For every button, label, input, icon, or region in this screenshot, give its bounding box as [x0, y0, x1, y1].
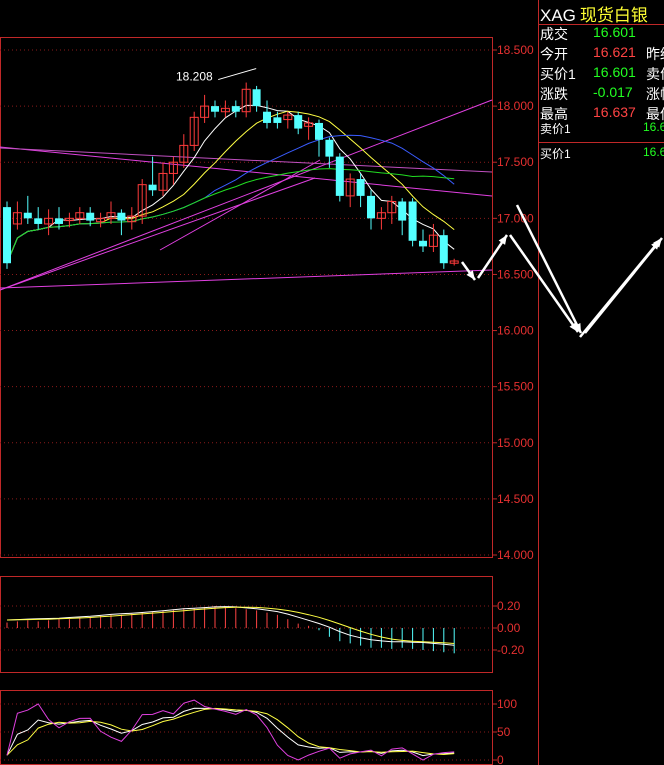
quote-label: 买价1: [540, 66, 576, 82]
price-tick-label: 16.000: [497, 324, 534, 338]
quote-row: 成交 16.601: [540, 24, 664, 44]
quote-value: 16.601: [593, 64, 636, 80]
quote-value: 16.621: [593, 44, 636, 60]
candle-body: [325, 139, 334, 157]
candle-body: [34, 218, 43, 224]
trend-line: [0, 147, 493, 173]
ma10-line: [6, 110, 455, 264]
candle-body: [231, 106, 240, 112]
quote-value: 16.637: [593, 104, 636, 120]
candle-body: [23, 212, 32, 219]
symbol-header: XAG 现货白银: [540, 1, 648, 26]
candle-body: [252, 89, 261, 107]
candle-body: [273, 117, 282, 123]
price-tick-label: 15.000: [497, 436, 534, 450]
ask-value: 16.6: [643, 120, 664, 134]
macd-tick-label: -0.20: [497, 643, 525, 657]
high-value-label: 18.208: [176, 70, 213, 84]
ma5-line: [6, 104, 455, 264]
macd-panel: 0.20 0.00 -0.20: [0, 599, 525, 657]
quote-panel: XAG现货白银 成交 16.601 今开 16.621 昨结买价1 16.601 卖价涨跌 -…: [538, 0, 664, 765]
candle-body: [294, 115, 303, 129]
candle-body: [398, 201, 407, 221]
candle-body: [211, 106, 219, 112]
price-tick-label: 14.500: [497, 492, 534, 506]
candle-body: [55, 218, 63, 224]
high-pointer: [218, 68, 257, 81]
price-axis-labels: 18.500 18.000 17.500 17.000 16.500 16.000 15.5…: [492, 43, 534, 562]
candlestick-series: [3, 82, 459, 269]
trend-lines: [0, 99, 493, 291]
bid-label: 买价1: [540, 147, 571, 161]
quote-value: 16.601: [593, 24, 636, 40]
quote-label: 成交: [540, 26, 568, 42]
candle-body: [148, 184, 157, 191]
symbol-name: 现货白银: [579, 6, 648, 25]
quote-label: 涨跌: [540, 86, 568, 102]
trend-line: [0, 99, 493, 291]
macd-tick-label: 0.20: [497, 599, 521, 613]
price-tick-label: 17.500: [497, 155, 534, 169]
macd-dea-line: [6, 606, 455, 644]
kdj-panel: 100 50 0: [0, 697, 517, 765]
candle-body: [408, 201, 417, 241]
candle-body: [356, 179, 365, 196]
price-tick-label: 18.000: [497, 99, 534, 113]
annotations: 18.208: [176, 68, 257, 84]
quote-label-secondary: 昨结: [646, 46, 664, 62]
kdj-k-line: [6, 707, 455, 757]
quote-row: 涨跌 -0.017 涨幅: [540, 84, 664, 104]
kdj-tick-label: 50: [497, 725, 511, 739]
bid-value: 16.6: [643, 145, 664, 159]
macd-tick-label: 0.00: [497, 621, 521, 635]
price-tick-label: 15.500: [497, 380, 534, 394]
trend-line: [0, 177, 316, 291]
candle-body: [335, 156, 344, 196]
candle-body: [439, 235, 448, 264]
candle-body: [3, 207, 11, 264]
candle-body: [419, 240, 427, 247]
kdj-tick-label: 100: [497, 697, 517, 711]
macd-dif-line: [6, 606, 455, 646]
price-tick-label: 18.500: [497, 43, 534, 57]
kdj-d-line: [6, 707, 455, 756]
ask-row: 卖价1 16.6: [540, 120, 664, 138]
price-tick-label: 16.500: [497, 267, 534, 281]
price-tick-label: 14.000: [497, 548, 534, 562]
quote-label-secondary: 卖价: [646, 66, 664, 82]
ask-label: 卖价1: [540, 122, 571, 136]
kdj-tick-label: 0: [497, 753, 504, 765]
trend-line: [0, 269, 493, 289]
candle-body: [367, 195, 375, 219]
trend-line: [0, 146, 493, 197]
quote-row: 买价1 16.601 卖价: [540, 64, 664, 84]
quote-label: 今开: [540, 46, 568, 62]
candle-body: [117, 212, 126, 221]
moving-average-lines: [6, 104, 455, 264]
book-divider: [538, 142, 664, 143]
candle-body: [315, 122, 323, 140]
quote-label-secondary: 涨幅: [646, 86, 664, 102]
bid-row: 买价1 16.6: [540, 145, 664, 163]
candle-body: [263, 111, 271, 123]
symbol-code: XAG: [540, 6, 576, 25]
price-tick-label: 17.000: [497, 211, 534, 225]
quote-value: -0.017: [593, 84, 633, 100]
candle-body: [86, 212, 95, 221]
price-gridlines: [0, 49, 492, 556]
trend-line: [159, 159, 321, 251]
quote-row: 今开 16.621 昨结: [540, 44, 664, 64]
